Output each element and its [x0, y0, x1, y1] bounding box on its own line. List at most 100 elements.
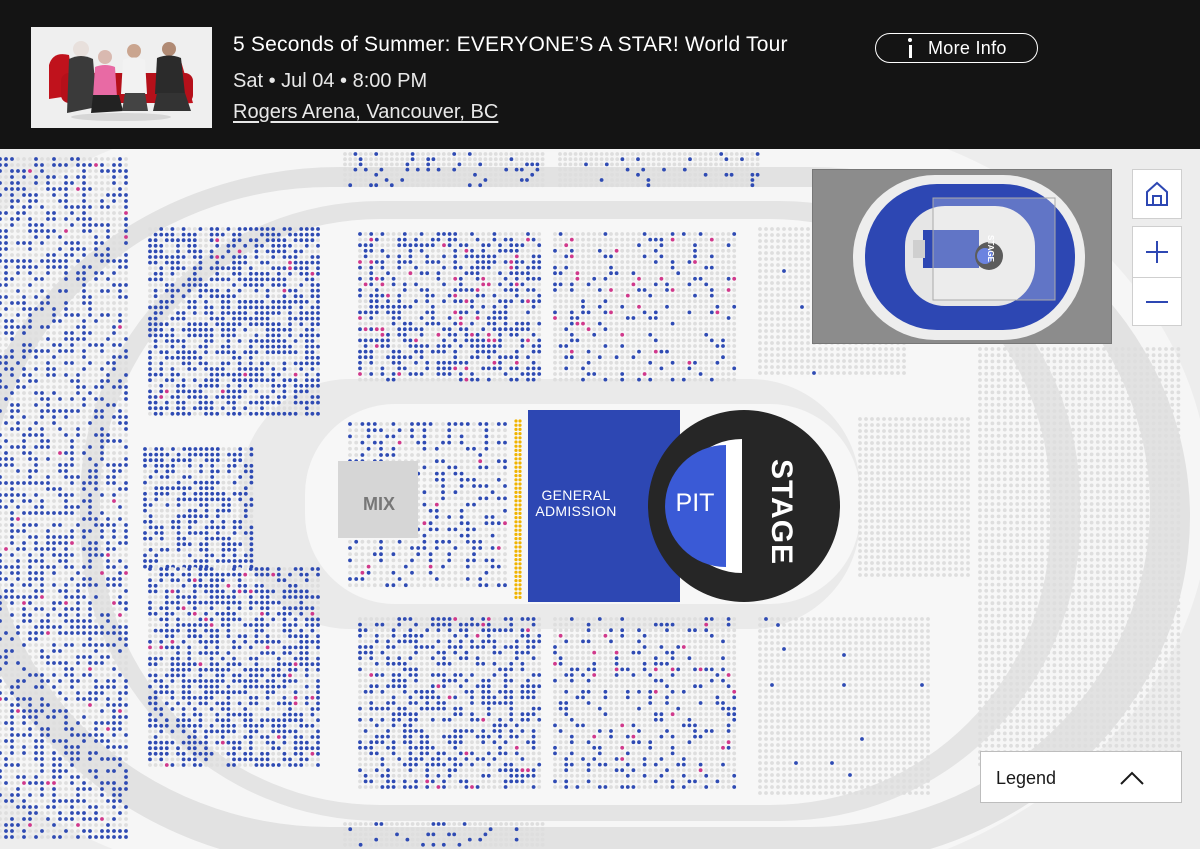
seat[interactable] — [498, 271, 502, 276]
seat[interactable] — [243, 294, 248, 299]
seat[interactable] — [436, 729, 441, 733]
seat[interactable] — [402, 656, 407, 661]
seat[interactable] — [597, 349, 602, 354]
seat[interactable] — [589, 152, 594, 156]
seat[interactable] — [509, 293, 514, 298]
seat[interactable] — [226, 243, 231, 248]
seat[interactable] — [537, 377, 542, 382]
seat[interactable] — [620, 645, 625, 649]
seat[interactable] — [442, 779, 446, 784]
seat[interactable] — [609, 628, 613, 633]
seat[interactable] — [369, 316, 374, 320]
seat[interactable] — [470, 762, 474, 767]
seat[interactable] — [310, 249, 315, 254]
seat[interactable] — [704, 684, 709, 689]
seat[interactable] — [486, 633, 491, 638]
seat[interactable] — [537, 689, 542, 694]
seat[interactable] — [726, 293, 731, 298]
seat[interactable] — [531, 684, 536, 689]
seat[interactable] — [363, 768, 368, 773]
seat[interactable] — [514, 723, 519, 728]
seat[interactable] — [659, 779, 664, 784]
seat[interactable] — [310, 294, 315, 299]
seat[interactable] — [492, 332, 497, 337]
seat[interactable] — [458, 656, 463, 661]
seat[interactable] — [442, 366, 446, 371]
seat[interactable] — [503, 745, 508, 750]
seat[interactable] — [509, 832, 514, 837]
seat[interactable] — [687, 785, 692, 789]
seat[interactable] — [282, 227, 287, 231]
seat[interactable] — [709, 785, 714, 789]
seat[interactable] — [470, 332, 474, 337]
seat[interactable] — [509, 678, 514, 683]
seat[interactable] — [721, 243, 725, 248]
seat[interactable] — [414, 706, 418, 711]
seat[interactable] — [721, 695, 725, 700]
seat[interactable] — [464, 768, 469, 773]
seat[interactable] — [564, 734, 569, 739]
seat[interactable] — [526, 260, 530, 264]
seat[interactable] — [425, 282, 430, 287]
seat[interactable] — [369, 827, 373, 832]
seat[interactable] — [192, 266, 197, 271]
seat[interactable] — [458, 321, 463, 326]
seat[interactable] — [353, 162, 358, 167]
seat[interactable] — [363, 248, 368, 253]
seat[interactable] — [715, 779, 720, 784]
seat[interactable] — [615, 157, 620, 162]
seat[interactable] — [380, 366, 385, 371]
seat[interactable] — [353, 172, 358, 177]
seat[interactable] — [719, 162, 724, 167]
seat[interactable] — [408, 338, 413, 343]
seat[interactable] — [569, 656, 574, 661]
seat[interactable] — [592, 265, 597, 270]
seat[interactable] — [732, 282, 737, 287]
seat[interactable] — [698, 157, 703, 162]
seat[interactable] — [537, 639, 542, 644]
seat[interactable] — [615, 162, 620, 167]
seat[interactable] — [659, 695, 664, 700]
seat[interactable] — [693, 349, 697, 354]
seat[interactable] — [709, 667, 714, 672]
seat[interactable] — [402, 260, 407, 264]
seat[interactable] — [475, 779, 480, 784]
seat[interactable] — [232, 277, 236, 282]
seat[interactable] — [750, 157, 755, 162]
seat[interactable] — [486, 745, 491, 750]
seat[interactable] — [492, 260, 497, 264]
seat[interactable] — [509, 349, 514, 354]
seat[interactable] — [204, 249, 208, 254]
seat[interactable] — [514, 678, 519, 683]
seat[interactable] — [254, 227, 259, 231]
seat[interactable] — [204, 299, 208, 304]
seat[interactable] — [620, 673, 625, 677]
seat[interactable] — [395, 162, 399, 167]
seat[interactable] — [408, 745, 413, 750]
seat[interactable] — [648, 293, 653, 298]
seat[interactable] — [397, 717, 402, 722]
seat[interactable] — [592, 237, 597, 242]
seat[interactable] — [558, 167, 562, 172]
seat[interactable] — [526, 678, 530, 683]
seat[interactable] — [698, 712, 703, 717]
seat[interactable] — [458, 768, 463, 773]
seat[interactable] — [226, 238, 231, 243]
seat[interactable] — [553, 355, 557, 360]
seat[interactable] — [402, 366, 407, 371]
seat[interactable] — [436, 349, 441, 354]
seat[interactable] — [402, 695, 407, 700]
seat[interactable] — [192, 288, 197, 293]
seat[interactable] — [503, 360, 508, 365]
seat[interactable] — [670, 271, 675, 276]
seat[interactable] — [603, 717, 608, 722]
seat[interactable] — [709, 321, 714, 326]
seat[interactable] — [708, 157, 713, 162]
seat[interactable] — [170, 238, 175, 243]
seat[interactable] — [492, 304, 497, 309]
seat[interactable] — [721, 723, 725, 728]
seat[interactable] — [369, 639, 374, 644]
seat[interactable] — [520, 237, 525, 242]
seat[interactable] — [732, 740, 737, 745]
seat[interactable] — [558, 622, 563, 627]
